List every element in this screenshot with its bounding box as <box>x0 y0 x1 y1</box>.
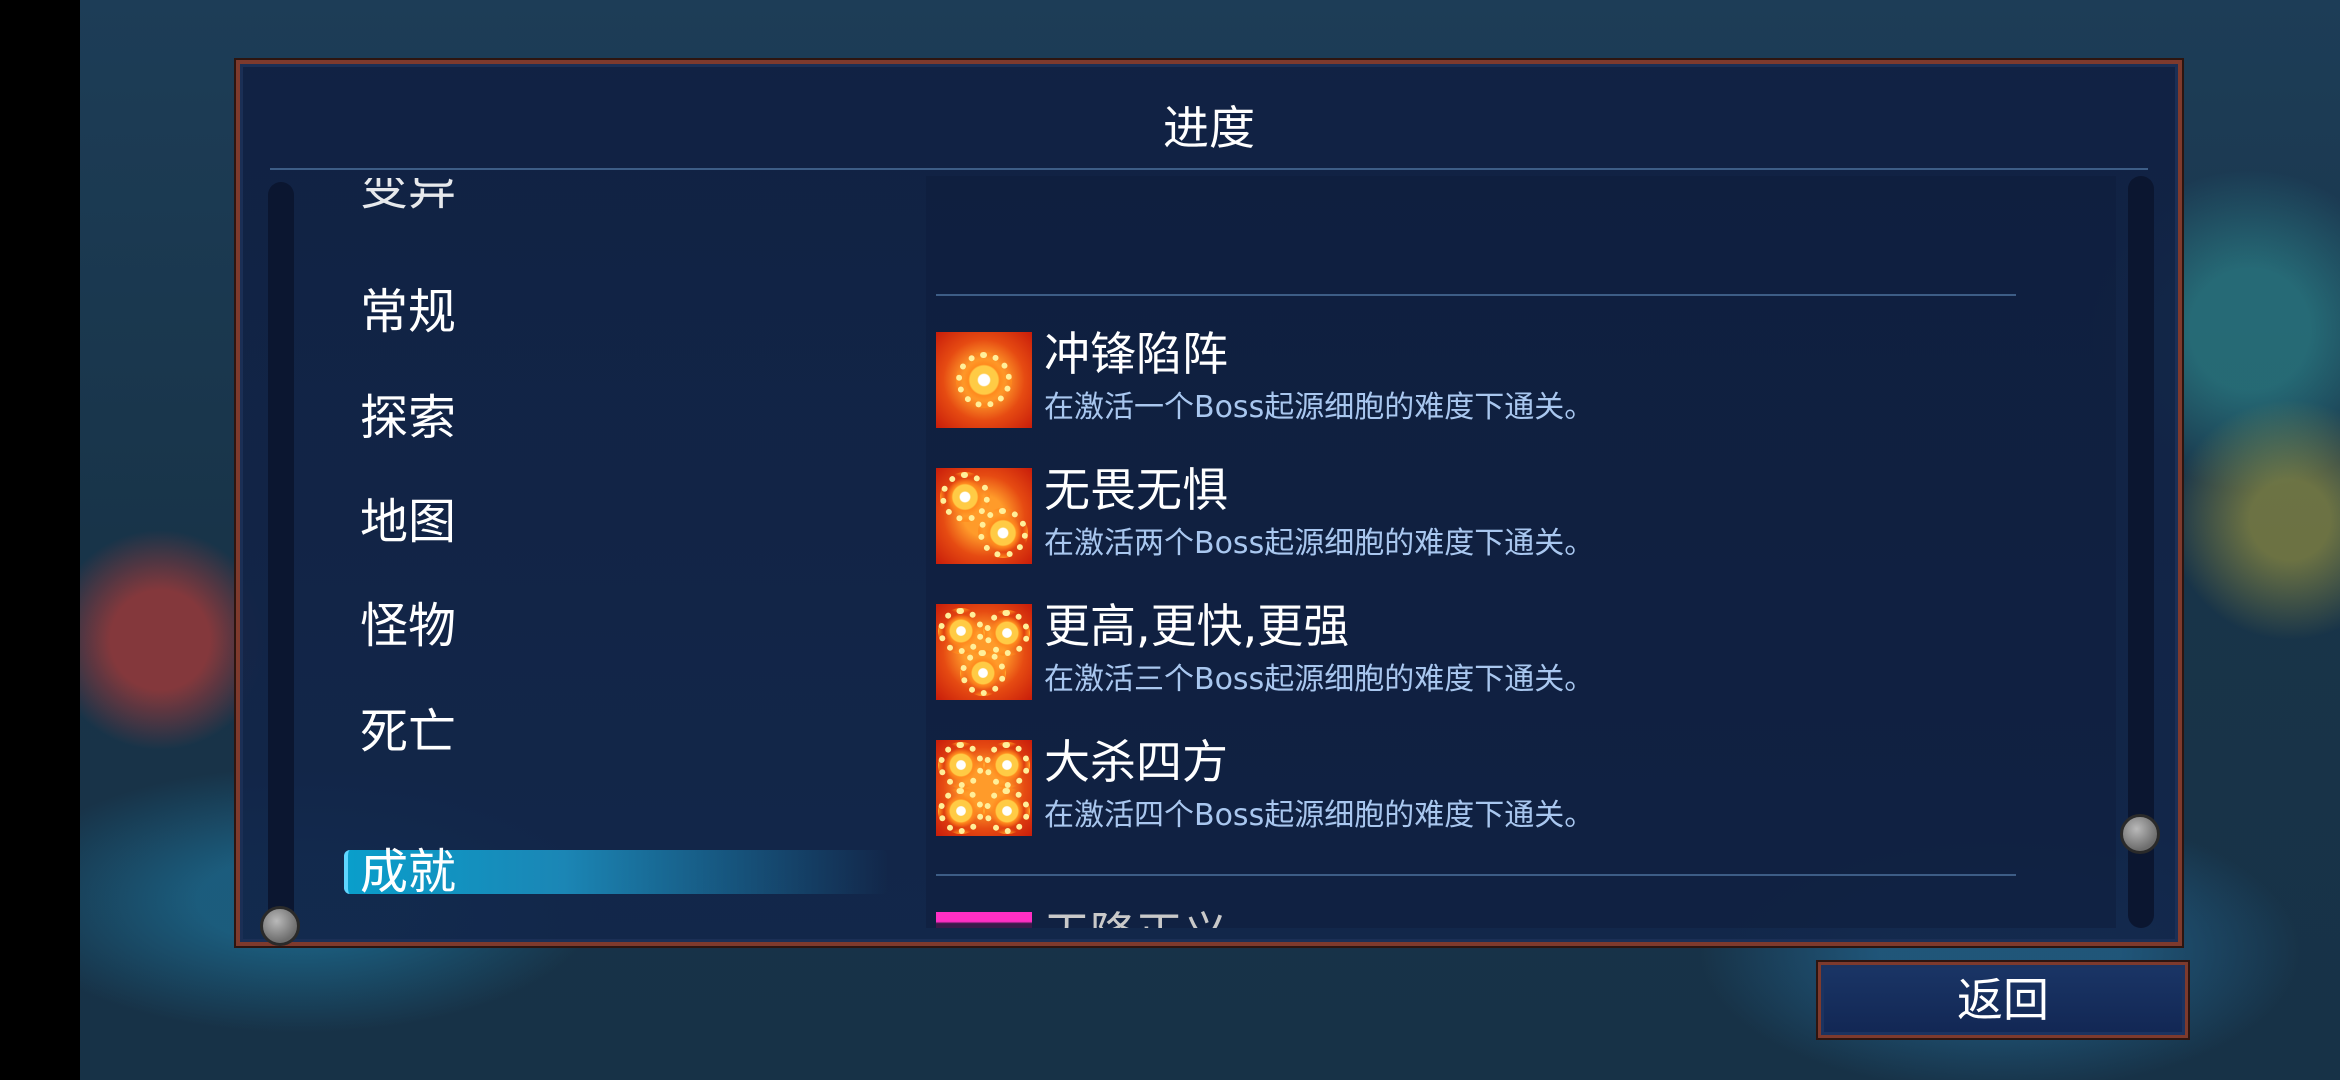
achievement-item[interactable]: 更高,更快,更强 在激活三个Boss起源细胞的难度下通关。 <box>936 599 2086 704</box>
achievement-name: 更高,更快,更强 <box>1044 599 1350 653</box>
title-divider <box>270 168 2148 170</box>
achievement-description: 在激活四个Boss起源细胞的难度下通关。 <box>1044 798 1595 833</box>
skull-icon <box>936 912 1032 928</box>
achievement-name: 无畏无惧 <box>1044 463 1228 517</box>
category-item-general[interactable]: 常规 <box>360 284 456 340</box>
category-item-deaths[interactable]: 死亡 <box>360 704 456 760</box>
list-divider-top <box>936 294 2016 296</box>
left-letterbox <box>0 0 80 1080</box>
achievement-name: 大杀四方 <box>1044 735 1228 789</box>
achievement-name: 冲锋陷阵 <box>1044 327 1228 381</box>
achievement-scrollbar-knob[interactable] <box>2120 814 2160 854</box>
achievement-description: 在激活三个Boss起源细胞的难度下通关。 <box>1044 662 1595 697</box>
achievement-description: 在激活两个Boss起源细胞的难度下通关。 <box>1044 526 1595 561</box>
list-divider-bottom <box>936 874 2016 876</box>
back-button[interactable]: 返回 <box>1818 962 2188 1038</box>
achievement-item[interactable]: 冲锋陷阵 在激活一个Boss起源细胞的难度下通关。 <box>936 327 2086 432</box>
boss-cell-4-icon <box>936 740 1032 836</box>
progress-panel: 进度 变异 常规 探索 地图 怪物 死亡 成就 冲锋陷阵 在激活一个Boss起源… <box>236 60 2182 946</box>
category-item-monsters[interactable]: 怪物 <box>360 598 456 654</box>
achievement-name: 天降正义 <box>1044 906 1228 928</box>
achievement-item-locked[interactable]: 天降正义 <box>936 907 2086 928</box>
category-item-achievements[interactable]: 成就 <box>360 844 456 900</box>
boss-cell-3-icon <box>936 604 1032 700</box>
category-scrollbar-track[interactable] <box>268 182 294 942</box>
achievement-item[interactable]: 无畏无惧 在激活两个Boss起源细胞的难度下通关。 <box>936 463 2086 568</box>
category-item-exploration[interactable]: 探索 <box>360 390 456 446</box>
boss-cell-1-icon <box>936 332 1032 428</box>
category-item-maps[interactable]: 地图 <box>360 494 456 550</box>
panel-title: 进度 <box>1163 101 1255 155</box>
boss-cell-2-icon <box>936 468 1032 564</box>
achievement-item[interactable]: 大杀四方 在激活四个Boss起源细胞的难度下通关。 <box>936 735 2086 840</box>
category-scrollbar-knob[interactable] <box>260 906 300 946</box>
achievement-list[interactable]: 冲锋陷阵 在激活一个Boss起源细胞的难度下通关。 无畏无惧 在激活两个Boss… <box>926 176 2116 928</box>
achievement-description: 在激活一个Boss起源细胞的难度下通关。 <box>1044 390 1595 425</box>
